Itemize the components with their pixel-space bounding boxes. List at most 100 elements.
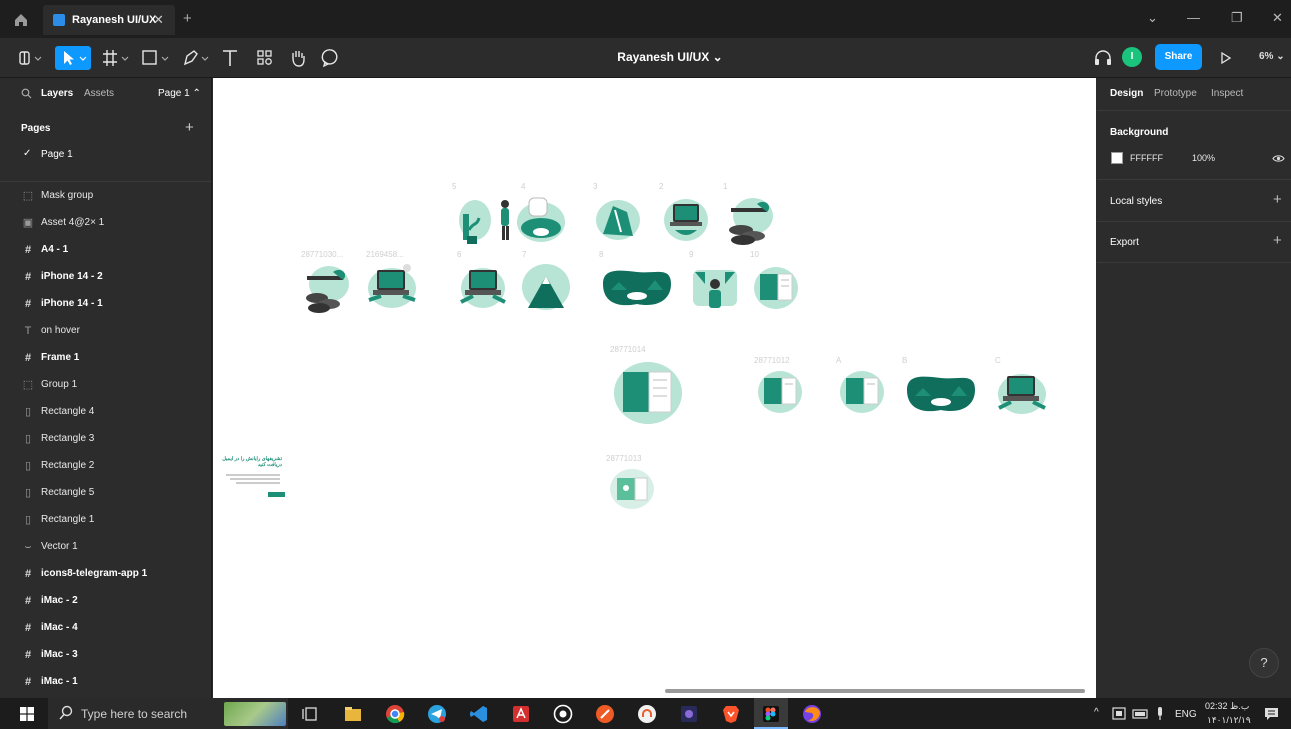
language-indicator[interactable]: ENG [1175, 709, 1197, 720]
newsletter-card[interactable]: تشریفهای رایانش را در ایمیل دریافت کنید [222, 456, 285, 500]
horizontal-scrollbar[interactable] [665, 689, 1085, 693]
layer-item[interactable]: Ton hover [0, 317, 211, 344]
add-page-icon[interactable]: + [185, 119, 194, 136]
frame-label[interactable]: A [836, 356, 841, 365]
illustration-landscape[interactable] [599, 264, 675, 310]
brave-icon[interactable] [720, 703, 742, 725]
comment-tool-icon[interactable] [320, 46, 342, 70]
tab-design[interactable]: Design [1110, 88, 1143, 99]
layer-item[interactable]: ▯ Rectangle 1 [0, 506, 211, 533]
layer-item[interactable]: ▯ Rectangle 3 [0, 425, 211, 452]
new-tab-icon[interactable]: + [183, 10, 192, 27]
illustration-laptop-hands-2[interactable] [457, 262, 509, 312]
illustration-document-small[interactable] [607, 466, 657, 512]
obs-icon[interactable] [552, 703, 574, 725]
taskbar-search[interactable]: Type here to search [48, 698, 288, 729]
layer-item[interactable]: # iMac - 2 [0, 587, 211, 614]
illustration-document-large[interactable] [611, 360, 685, 426]
illustration-laptop-hands[interactable] [365, 262, 419, 312]
minimize-icon[interactable]: — [1187, 10, 1200, 25]
layer-item[interactable]: # A4 - 1 [0, 236, 211, 263]
layer-item[interactable]: ▯ Rectangle 5 [0, 479, 211, 506]
layer-item[interactable]: # iMac - 3 [0, 641, 211, 668]
app-headphone-icon[interactable] [636, 703, 658, 725]
firefox-icon[interactable] [801, 703, 823, 725]
app-dark-icon[interactable] [678, 703, 700, 725]
resources-icon[interactable] [254, 46, 276, 70]
frame-label[interactable]: 7 [522, 250, 526, 259]
task-view-icon[interactable] [300, 703, 322, 725]
frame-label[interactable]: 1 [723, 182, 727, 191]
tab-prototype[interactable]: Prototype [1154, 88, 1197, 99]
zoom-level[interactable]: 6% ⌄ [1259, 51, 1285, 62]
background-hex[interactable]: FFFFFF [1130, 153, 1163, 163]
tabs-menu-icon[interactable]: ⌄ [1147, 10, 1158, 26]
document-title[interactable]: Rayanesh UI/UX ⌄ [560, 50, 780, 64]
telegram-icon[interactable] [426, 703, 448, 725]
illustration-people-plants[interactable] [453, 192, 573, 248]
acrobat-icon[interactable] [510, 703, 532, 725]
frame-label[interactable]: 8 [599, 250, 603, 259]
frame-label[interactable]: 2169458... [366, 250, 404, 259]
home-icon[interactable] [10, 10, 32, 30]
move-tool-icon[interactable] [55, 46, 91, 70]
illustration-coins[interactable] [723, 194, 777, 246]
frame-label[interactable]: 28771014 [610, 345, 646, 354]
notifications-icon[interactable] [1264, 706, 1279, 721]
frame-label[interactable]: 5 [452, 182, 456, 191]
figma-icon[interactable] [760, 703, 782, 725]
audio-headphones-icon[interactable] [1092, 46, 1114, 70]
tray-app-icon[interactable] [1112, 707, 1126, 720]
frame-label[interactable]: 28771013 [606, 454, 642, 463]
clock-date[interactable]: ۱۴۰۱/۱۲/۱۹ [1207, 715, 1251, 726]
illustration-landscape-b[interactable] [903, 370, 979, 416]
user-avatar[interactable]: I [1122, 47, 1142, 67]
frame-label[interactable]: 4 [521, 182, 525, 191]
frame-label[interactable]: 28771030... [301, 250, 343, 259]
frame-label[interactable]: 3 [593, 182, 597, 191]
add-export-icon[interactable]: + [1273, 232, 1282, 249]
clock-time[interactable]: 02:32 ب.ظ [1205, 701, 1249, 712]
frame-label[interactable]: 6 [457, 250, 461, 259]
illustration-document[interactable] [750, 264, 802, 312]
frame-label[interactable]: 9 [689, 250, 693, 259]
layer-item[interactable]: ⬚ Mask group [0, 182, 211, 209]
layer-item[interactable]: # iMac - 1 [0, 668, 211, 695]
shape-tool-icon[interactable] [140, 46, 172, 70]
layer-item[interactable]: ▯ Rectangle 4 [0, 398, 211, 425]
canvas[interactable]: 5 4 3 2 1 28771030... 2169458... 6 7 8 9… [213, 78, 1096, 698]
microphone-icon[interactable] [1154, 706, 1166, 721]
windows-start-icon[interactable] [20, 707, 34, 721]
file-tab[interactable]: Rayanesh UI/UX ✕ [43, 5, 175, 35]
close-tab-icon[interactable]: ✕ [153, 12, 164, 28]
illustration-coins-small[interactable] [301, 262, 353, 314]
frame-label[interactable]: 28771012 [754, 356, 790, 365]
layer-item[interactable]: ⬚ Group 1 [0, 371, 211, 398]
page-selector[interactable]: Page 1 ⌃ [158, 88, 201, 99]
layer-item[interactable]: # Frame 1 [0, 344, 211, 371]
eye-icon[interactable] [1272, 154, 1285, 163]
layer-item[interactable]: # iPhone 14 - 2 [0, 263, 211, 290]
vscode-icon[interactable] [468, 703, 490, 725]
frame-label[interactable]: C [995, 356, 1001, 365]
present-play-icon[interactable] [1217, 46, 1235, 70]
close-window-icon[interactable]: ✕ [1272, 10, 1283, 26]
layer-item[interactable]: # iPhone 14 - 1 [0, 290, 211, 317]
layer-item[interactable]: ⌣ Vector 1 [0, 533, 211, 560]
chrome-icon[interactable] [384, 703, 406, 725]
illustration-document-c[interactable] [836, 368, 888, 416]
tray-chevron-icon[interactable]: ^ [1094, 707, 1099, 718]
tab-inspect[interactable]: Inspect [1211, 88, 1243, 99]
pen-tool-icon[interactable] [180, 46, 212, 70]
share-button[interactable]: Share [1155, 44, 1202, 70]
illustration-laptop-person[interactable] [661, 194, 711, 244]
restore-icon[interactable]: ❐ [1231, 10, 1243, 26]
background-opacity[interactable]: 100% [1192, 153, 1215, 163]
layer-item[interactable]: # icons8-telegram-app 1 [0, 560, 211, 587]
tab-layers[interactable]: Layers [41, 88, 73, 99]
add-style-icon[interactable]: + [1273, 191, 1282, 208]
hand-tool-icon[interactable] [287, 46, 309, 70]
frame-tool-icon[interactable] [100, 46, 132, 70]
main-menu-icon[interactable] [16, 46, 44, 70]
layer-item[interactable]: ▣ Asset 4@2× 1 [0, 209, 211, 236]
